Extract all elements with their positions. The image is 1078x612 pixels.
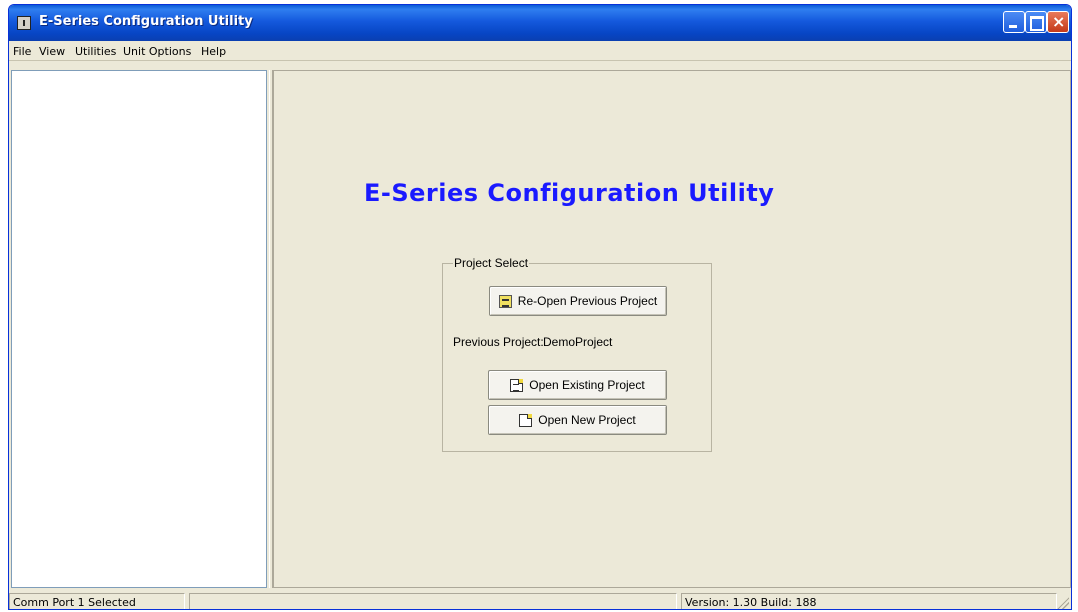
previous-project-label: Previous Project: [453, 335, 544, 349]
main-panel: E-Series Configuration Utility Project S… [273, 70, 1071, 588]
menu-file[interactable]: File [13, 45, 31, 58]
page-title: E-Series Configuration Utility [364, 179, 775, 207]
minimize-button[interactable] [1003, 11, 1025, 33]
menu-unit-options[interactable]: Unit Options [123, 45, 191, 58]
resize-grip[interactable] [1057, 597, 1069, 609]
open-existing-project-label: Open Existing Project [529, 378, 645, 392]
open-new-project-button[interactable]: Open New Project [488, 405, 667, 435]
close-button[interactable]: × [1047, 11, 1069, 33]
status-version: Version: 1.30 Build: 188 [681, 593, 1057, 609]
previous-project-value: DemoProject [543, 335, 613, 349]
reopen-previous-project-button[interactable]: Re-Open Previous Project [489, 286, 667, 316]
menu-bar: File View Utilities Unit Options Help [9, 41, 1071, 61]
app-icon[interactable] [17, 16, 31, 30]
menu-view[interactable]: View [39, 45, 65, 58]
status-comm-port: Comm Port 1 Selected [9, 593, 185, 609]
project-select-legend: Project Select [453, 256, 530, 270]
open-document-icon [510, 378, 524, 392]
maximize-button[interactable] [1025, 11, 1047, 33]
status-middle [189, 593, 677, 609]
reopen-previous-project-label: Re-Open Previous Project [517, 294, 658, 308]
title-bar[interactable]: E-Series Configuration Utility × [9, 5, 1071, 41]
menu-utilities[interactable]: Utilities [75, 45, 116, 58]
close-icon: × [1052, 12, 1066, 31]
menu-help[interactable]: Help [201, 45, 226, 58]
reopen-project-icon [498, 294, 512, 308]
open-new-project-label: Open New Project [538, 413, 636, 427]
app-window: E-Series Configuration Utility × File Vi… [8, 4, 1072, 610]
project-select-group: Project Select Re-Open Previous Project … [442, 256, 712, 452]
project-tree-panel[interactable] [11, 70, 267, 588]
status-bar: Comm Port 1 Selected Version: 1.30 Build… [9, 591, 1071, 609]
window-title: E-Series Configuration Utility [39, 14, 253, 29]
new-document-icon [519, 413, 533, 427]
open-existing-project-button[interactable]: Open Existing Project [488, 370, 667, 400]
